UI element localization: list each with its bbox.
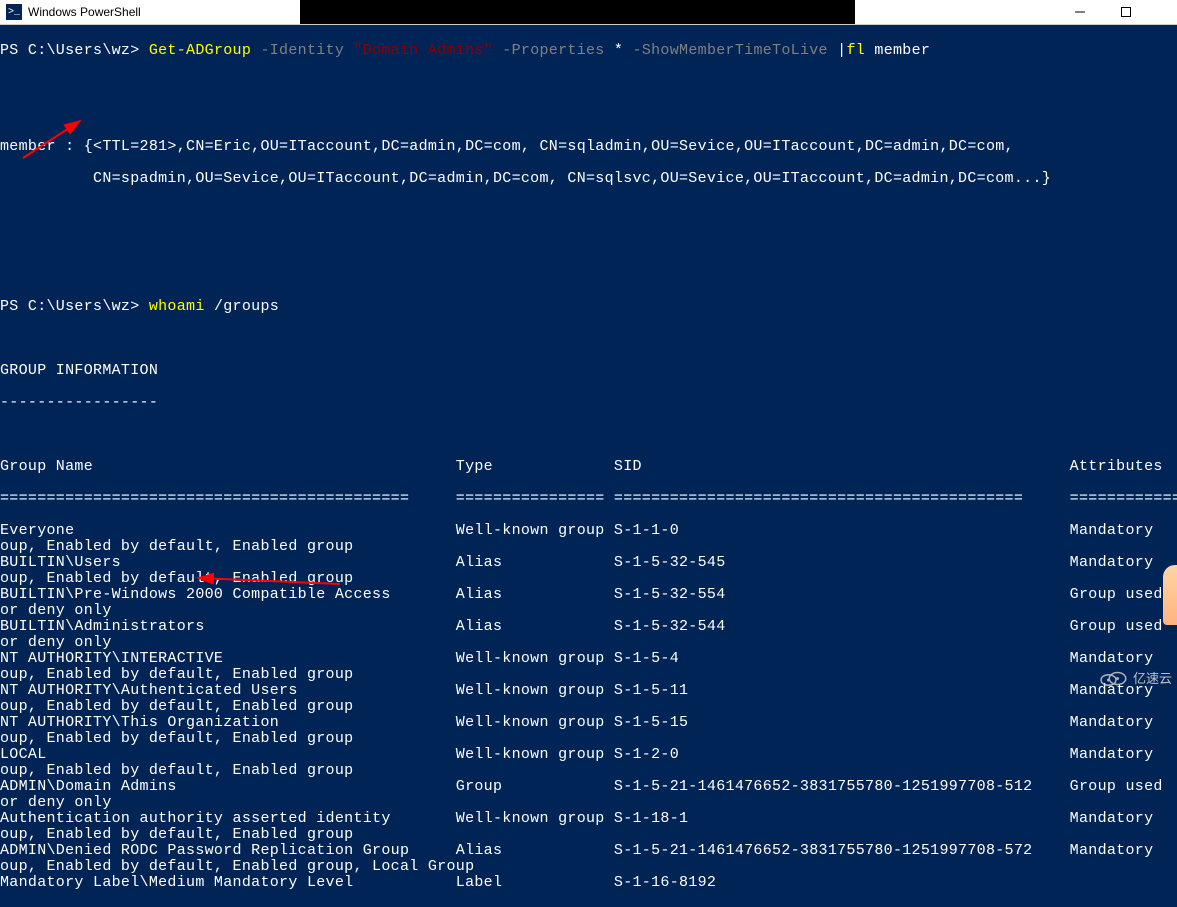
- table-row: BUILTIN\Administrators Alias S-1-5-32-54…: [0, 619, 1177, 635]
- minimize-button[interactable]: [1057, 0, 1103, 24]
- table-rows: Everyone Well-known group S-1-1-0 Mandat…: [0, 523, 1177, 891]
- avatar-peek: [1163, 565, 1177, 625]
- table-row: Mandatory Label\Medium Mandatory Level L…: [0, 875, 1177, 891]
- table-row: Everyone Well-known group S-1-1-0 Mandat…: [0, 523, 1177, 539]
- table-row: BUILTIN\Users Alias S-1-5-32-545 Mandato…: [0, 555, 1177, 571]
- command-line-2: PS C:\Users\wz> whoami /groups: [0, 299, 1177, 315]
- table-row: ADMIN\Domain Admins Group S-1-5-21-14614…: [0, 779, 1177, 795]
- table-row: NT AUTHORITY\Authenticated Users Well-kn…: [0, 683, 1177, 699]
- titlebar: >_ Windows PowerShell: [0, 0, 1177, 25]
- table-row: oup, Enabled by default, Enabled group, …: [0, 859, 1177, 875]
- table-separator: ========================================…: [0, 491, 1177, 507]
- window-title: Windows PowerShell: [28, 5, 141, 19]
- table-row: NT AUTHORITY\INTERACTIVE Well-known grou…: [0, 651, 1177, 667]
- table-row: ADMIN\Denied RODC Password Replication G…: [0, 843, 1177, 859]
- group-info-dashes: -----------------: [0, 395, 1177, 411]
- maximize-button[interactable]: [1103, 0, 1149, 24]
- terminal-content[interactable]: PS C:\Users\wz> Get-ADGroup -Identity "D…: [0, 25, 1177, 907]
- table-row: BUILTIN\Pre-Windows 2000 Compatible Acce…: [0, 587, 1177, 603]
- table-row: oup, Enabled by default, Enabled group: [0, 667, 1177, 683]
- table-row: oup, Enabled by default, Enabled group: [0, 731, 1177, 747]
- table-row: oup, Enabled by default, Enabled group: [0, 539, 1177, 555]
- close-button[interactable]: [1149, 0, 1177, 24]
- table-row: oup, Enabled by default, Enabled group: [0, 699, 1177, 715]
- table-row: oup, Enabled by default, Enabled group: [0, 827, 1177, 843]
- table-row: LOCAL Well-known group S-1-2-0 Mandatory: [0, 747, 1177, 763]
- table-row: or deny only: [0, 635, 1177, 651]
- table-row: oup, Enabled by default, Enabled group: [0, 763, 1177, 779]
- table-row: or deny only: [0, 603, 1177, 619]
- command-line-1: PS C:\Users\wz> Get-ADGroup -Identity "D…: [0, 43, 1177, 59]
- output-member-line1: member : {<TTL=281>,CN=Eric,OU=ITaccount…: [0, 139, 1177, 155]
- table-row: NT AUTHORITY\This Organization Well-know…: [0, 715, 1177, 731]
- window-controls: [1057, 0, 1177, 25]
- cloud-icon: [1098, 666, 1128, 688]
- watermark-text: 亿速云: [1133, 668, 1172, 687]
- table-header: Group Name Type SID Attributes: [0, 459, 1177, 475]
- output-member-line2: CN=spadmin,OU=Sevice,OU=ITaccount,DC=adm…: [0, 171, 1177, 187]
- table-row: or deny only: [0, 795, 1177, 811]
- watermark: 亿速云: [1098, 666, 1172, 688]
- group-info-header: GROUP INFORMATION: [0, 363, 1177, 379]
- table-row: Authentication authority asserted identi…: [0, 811, 1177, 827]
- table-row: oup, Enabled by default, Enabled group: [0, 571, 1177, 587]
- titlebar-blackbox: [300, 0, 855, 24]
- powershell-icon: >_: [6, 4, 22, 20]
